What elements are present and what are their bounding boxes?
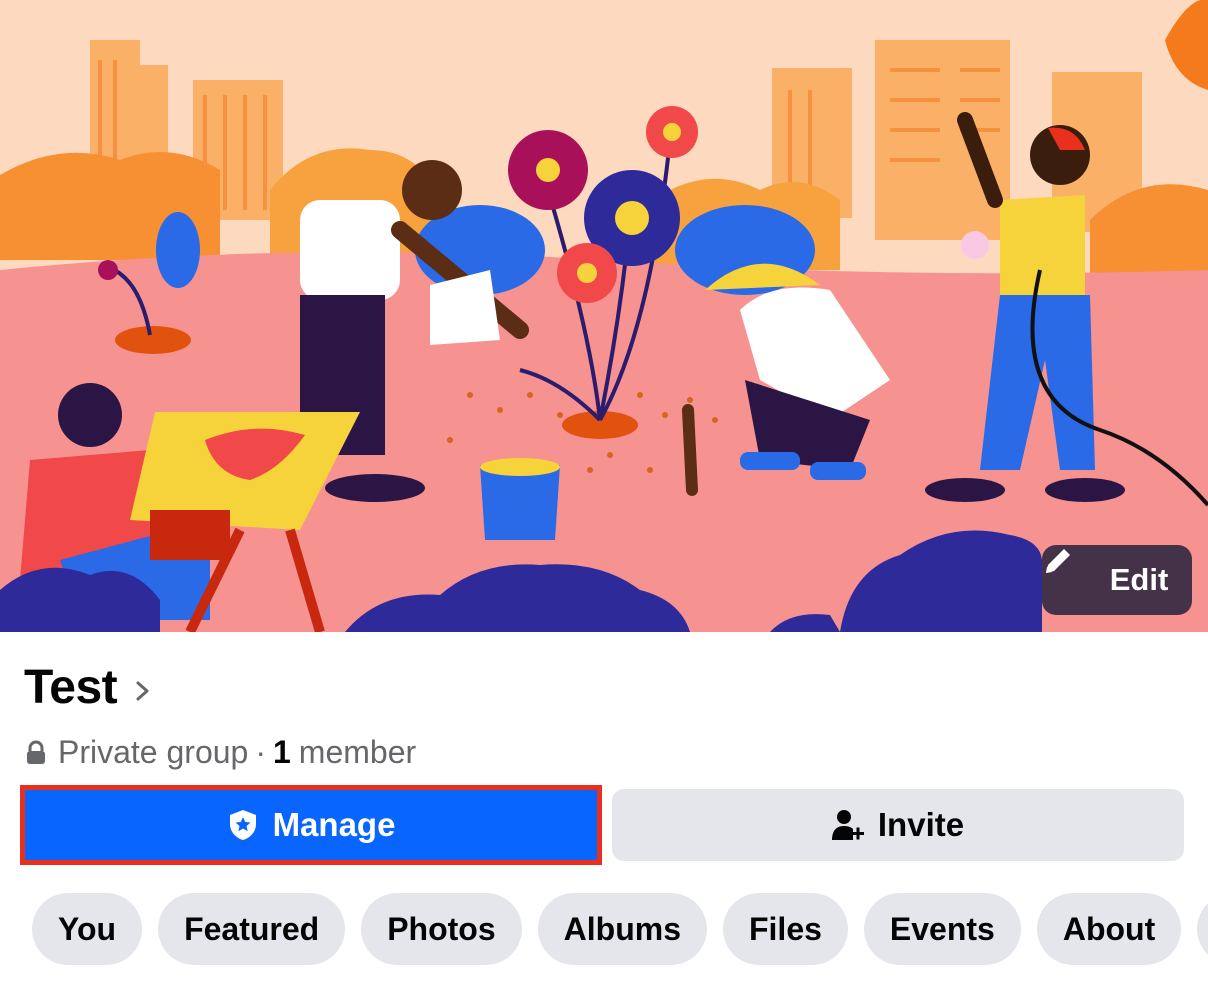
edit-label: Edit [1109,562,1169,597]
pencil-icon [1046,549,1098,596]
tab-photos[interactable]: Photos [361,893,522,965]
invite-label: Invite [877,806,965,843]
person-add-icon [831,808,864,842]
manage-button[interactable]: Manage [20,785,602,865]
tab-overflow[interactable] [1197,893,1208,965]
tab-you[interactable]: You [32,893,143,965]
cover-photo[interactable]: Edit [0,0,1208,632]
group-title-link[interactable]: Test [24,660,153,715]
cover-illustration [0,0,1208,632]
chevron-right-icon [133,677,153,705]
tab-featured[interactable]: Featured [158,893,346,965]
tab-about[interactable]: About [1036,893,1182,965]
member-count: 1 [272,734,291,770]
member-label: member [298,734,417,770]
group-meta: Private group · 1 member [26,734,416,771]
lock-icon [26,740,46,766]
manage-label: Manage [272,806,396,843]
tab-files[interactable]: Files [722,893,848,965]
tab-events[interactable]: Events [863,893,1021,965]
group-tabs: You Featured Photos Albums Files Events … [32,893,1208,965]
meta-separator: · [255,734,266,770]
shield-star-icon [227,808,259,842]
privacy-label: Private group [58,734,249,770]
invite-button[interactable]: Invite [612,789,1184,861]
group-name: Test [24,661,118,714]
tab-albums[interactable]: Albums [537,893,707,965]
edit-cover-button[interactable]: Edit [1042,545,1192,615]
